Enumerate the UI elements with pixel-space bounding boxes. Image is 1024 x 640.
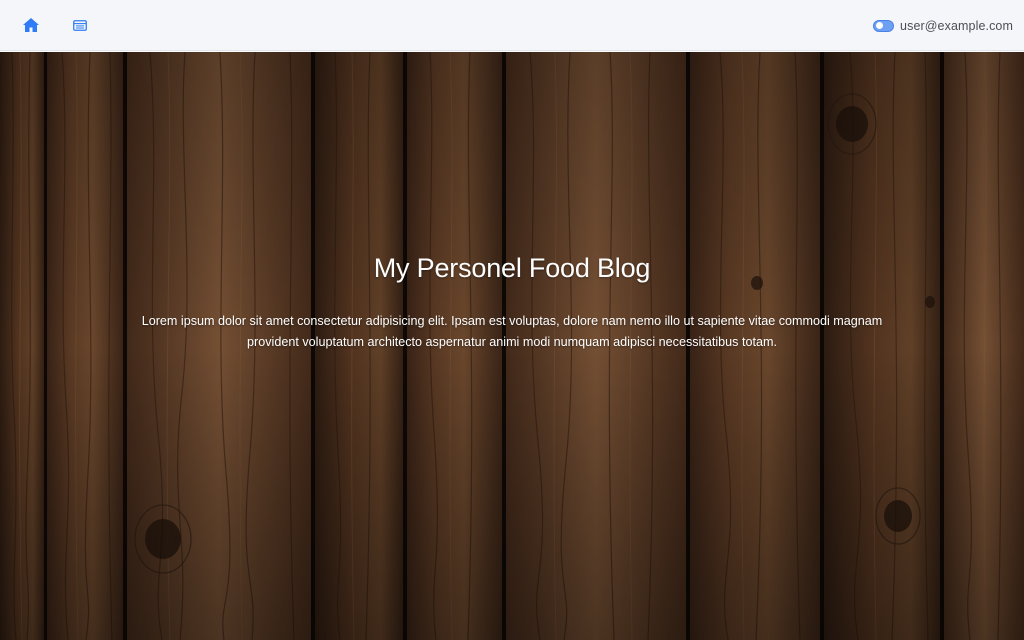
- hero-banner: My Personel Food Blog Lorem ipsum dolor …: [0, 52, 1024, 640]
- user-email[interactable]: user@example.com: [900, 19, 1013, 33]
- list-icon[interactable]: [70, 15, 90, 35]
- hero-title: My Personel Food Blog: [373, 253, 651, 283]
- hero-description: Lorem ipsum dolor sit amet consectetur a…: [141, 314, 883, 349]
- top-navbar: user@example.com: [0, 0, 1024, 51]
- home-icon[interactable]: [21, 15, 41, 35]
- user-menu: user@example.com: [873, 0, 1013, 51]
- toggle-knob: [876, 22, 884, 29]
- theme-toggle[interactable]: [873, 19, 895, 32]
